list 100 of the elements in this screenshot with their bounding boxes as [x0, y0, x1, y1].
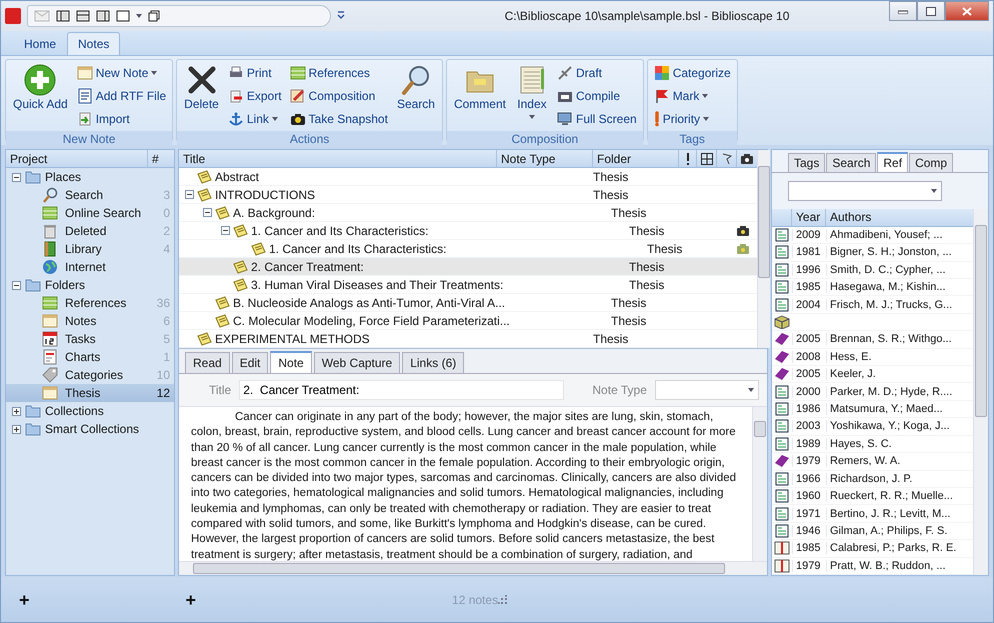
reference-row[interactable]: 2009 Ahmadibeni, Yousef; ... — [772, 226, 973, 244]
note-title: 1. Cancer and Its Characteristics: — [251, 224, 428, 238]
ribbon-tab[interactable]: Home — [13, 32, 68, 55]
collapse-toggle[interactable] — [12, 406, 21, 416]
reference-row[interactable]: 2008 Hess, E. — [772, 348, 973, 366]
vertical-scrollbar[interactable] — [752, 407, 767, 561]
note-row[interactable]: B. Nucleoside Analogs as Anti-Tumor, Anti-Viral A... Thesis — [179, 294, 757, 312]
title-field[interactable]: 2. Cancer Treatment: — [239, 380, 564, 400]
reference-row[interactable]: 2005 Brennan, S. R.; Withgo... — [772, 331, 973, 349]
column-header[interactable]: Title — [179, 150, 497, 167]
ribbon-button[interactable]: Full Screen — [554, 108, 639, 129]
ribbon-button[interactable]: Composition — [288, 85, 390, 106]
reference-row[interactable]: 2000 Parker, M. D.; Hyde, R.... — [772, 383, 973, 401]
ribbon-button[interactable]: New Note — [74, 62, 168, 83]
editor-tab[interactable]: Read — [185, 352, 230, 373]
collapse-toggle[interactable] — [185, 190, 194, 199]
add-button[interactable]: + — [180, 590, 202, 610]
note-row[interactable]: 1. Cancer and Its Characteristics: Thesis — [179, 222, 757, 240]
reference-row[interactable]: 1971 Bertino, J. R.; Levitt, M... — [772, 505, 973, 523]
maximize-button[interactable] — [917, 1, 945, 21]
column-header[interactable]: Project — [6, 150, 148, 167]
ribbon-button[interactable]: Comment — [450, 62, 509, 113]
ribbon-button[interactable]: Mark — [652, 85, 733, 106]
tree-item[interactable]: Folders — [45, 278, 86, 292]
tree-item[interactable]: Collections — [45, 404, 104, 418]
ribbon-button[interactable]: Take Snapshot — [288, 108, 390, 129]
note-row[interactable]: 3. Human Viral Diseases and Their Treatments: Thesis — [179, 276, 757, 294]
tree-item[interactable]: Categories 10 — [6, 366, 174, 384]
reference-row[interactable]: 1986 Matsumura, Y.; Maed... — [772, 400, 973, 418]
editor-tab[interactable]: Edit — [232, 352, 268, 373]
ribbon-button[interactable]: Export — [226, 85, 284, 106]
ribbon-button[interactable]: Link — [226, 108, 284, 129]
reference-row[interactable]: 1981 Bigner, S. H.; Jonston, ... — [772, 244, 973, 262]
tree-item[interactable]: Thesis 12 — [6, 384, 174, 402]
collapse-toggle[interactable] — [12, 172, 21, 182]
panel-tab[interactable]: Comp — [909, 153, 954, 172]
tree-item[interactable]: References 36 — [6, 294, 174, 312]
ribbon-button[interactable]: Delete — [181, 62, 222, 113]
reference-row[interactable]: 1960 Rueckert, R. R.; Muelle... — [772, 488, 973, 506]
note-row[interactable]: INTRODUCTIONS Thesis — [179, 186, 757, 204]
list-icon — [42, 295, 58, 311]
ribbon-button[interactable]: Priority — [652, 108, 733, 129]
ribbon-button[interactable]: Add RTF File — [74, 85, 168, 106]
editor-tab[interactable]: Web Capture — [314, 352, 400, 373]
column-header[interactable]: Year — [792, 209, 826, 226]
panel-tab[interactable]: Ref — [877, 152, 908, 172]
tree-item[interactable]: Places — [45, 170, 82, 184]
ribbon-button[interactable]: Quick Add — [10, 62, 71, 113]
reference-row[interactable]: 2004 Frisch, M. J.; Trucks, G... — [772, 296, 973, 314]
reference-row[interactable]: 2005 Keeler, J. — [772, 366, 973, 384]
tree-item[interactable]: Internet — [6, 258, 174, 276]
vertical-scrollbar[interactable] — [973, 209, 988, 575]
editor-tab[interactable]: Note — [270, 351, 312, 373]
ribbon-tab[interactable]: Notes — [67, 32, 120, 55]
collapse-toggle[interactable] — [221, 226, 230, 235]
reference-row[interactable]: 1946 Gilman, A.; Philips, F. S. — [772, 522, 973, 540]
ribbon-button[interactable]: Import — [74, 108, 168, 129]
reference-row[interactable]: 1966 Richardson, J. P. — [772, 470, 973, 488]
column-header[interactable]: # — [148, 150, 174, 167]
note-row[interactable]: EXPERIMENTAL METHODS Thesis — [179, 330, 757, 348]
note-row[interactable]: C. Molecular Modeling, Force Field Parameterizati... Thesis — [179, 312, 757, 330]
vertical-scrollbar[interactable] — [757, 150, 770, 348]
tree-item[interactable]: Tasks 5 — [6, 330, 174, 348]
reference-row[interactable]: 1989 Hayes, S. C. — [772, 436, 973, 454]
add-button[interactable]: + — [13, 590, 36, 610]
ribbon-button[interactable]: Print — [226, 62, 284, 83]
collapse-toggle[interactable] — [203, 208, 212, 217]
ribbon-button[interactable]: Categorize — [652, 62, 733, 83]
collapse-toggle[interactable] — [12, 424, 21, 434]
panel-tab[interactable]: Tags — [788, 153, 826, 172]
column-header[interactable]: Authors — [826, 209, 973, 226]
horizontal-scrollbar[interactable] — [179, 561, 767, 575]
note-row[interactable]: A. Background: Thesis — [179, 204, 757, 222]
tree-item[interactable]: Search 3 — [6, 186, 174, 204]
collapse-toggle[interactable] — [12, 280, 21, 290]
reference-row[interactable]: 1985 Hasegawa, M.; Kishin... — [772, 279, 973, 296]
ribbon-button[interactable]: Draft — [554, 62, 639, 83]
note-row[interactable]: 2. Cancer Treatment: Thesis — [179, 258, 757, 276]
tree-item[interactable]: Notes 6 — [6, 312, 174, 330]
minimize-button[interactable] — [889, 1, 917, 21]
tree-item[interactable]: Deleted 2 — [6, 222, 174, 240]
tree-item[interactable]: Library 4 — [6, 240, 174, 258]
tree-item[interactable]: Charts 1 — [6, 348, 174, 366]
panel-tab[interactable]: Search — [826, 153, 876, 172]
tree-item[interactable]: Online Search 0 — [6, 204, 174, 222]
ribbon-button[interactable]: Index — [512, 62, 551, 124]
column-header[interactable]: Note Type — [497, 150, 593, 167]
editor-tab[interactable]: Links (6) — [402, 352, 464, 373]
reference-row[interactable]: 1985 Calabresi, P.; Parks, R. E. — [772, 540, 973, 558]
reference-row[interactable]: 1979 Remers, W. A. — [772, 453, 973, 470]
reference-row[interactable]: 1979 Pratt, W. B.; Ruddon, ... — [772, 558, 973, 575]
ribbon-button[interactable]: Compile — [554, 85, 639, 106]
column-header[interactable]: Folder — [593, 150, 679, 167]
reference-row[interactable]: 2003 Yoshikawa, Y.; Koga, J... — [772, 418, 973, 436]
note-row[interactable]: Abstract Thesis — [179, 168, 757, 186]
ribbon-button[interactable]: References — [288, 62, 390, 83]
tree-item[interactable]: Smart Collections — [45, 422, 140, 436]
ribbon-button[interactable]: Search — [394, 62, 438, 113]
reference-row[interactable]: 1996 Smith, D. C.; Cypher, ... — [772, 262, 973, 280]
close-button[interactable] — [945, 1, 989, 21]
